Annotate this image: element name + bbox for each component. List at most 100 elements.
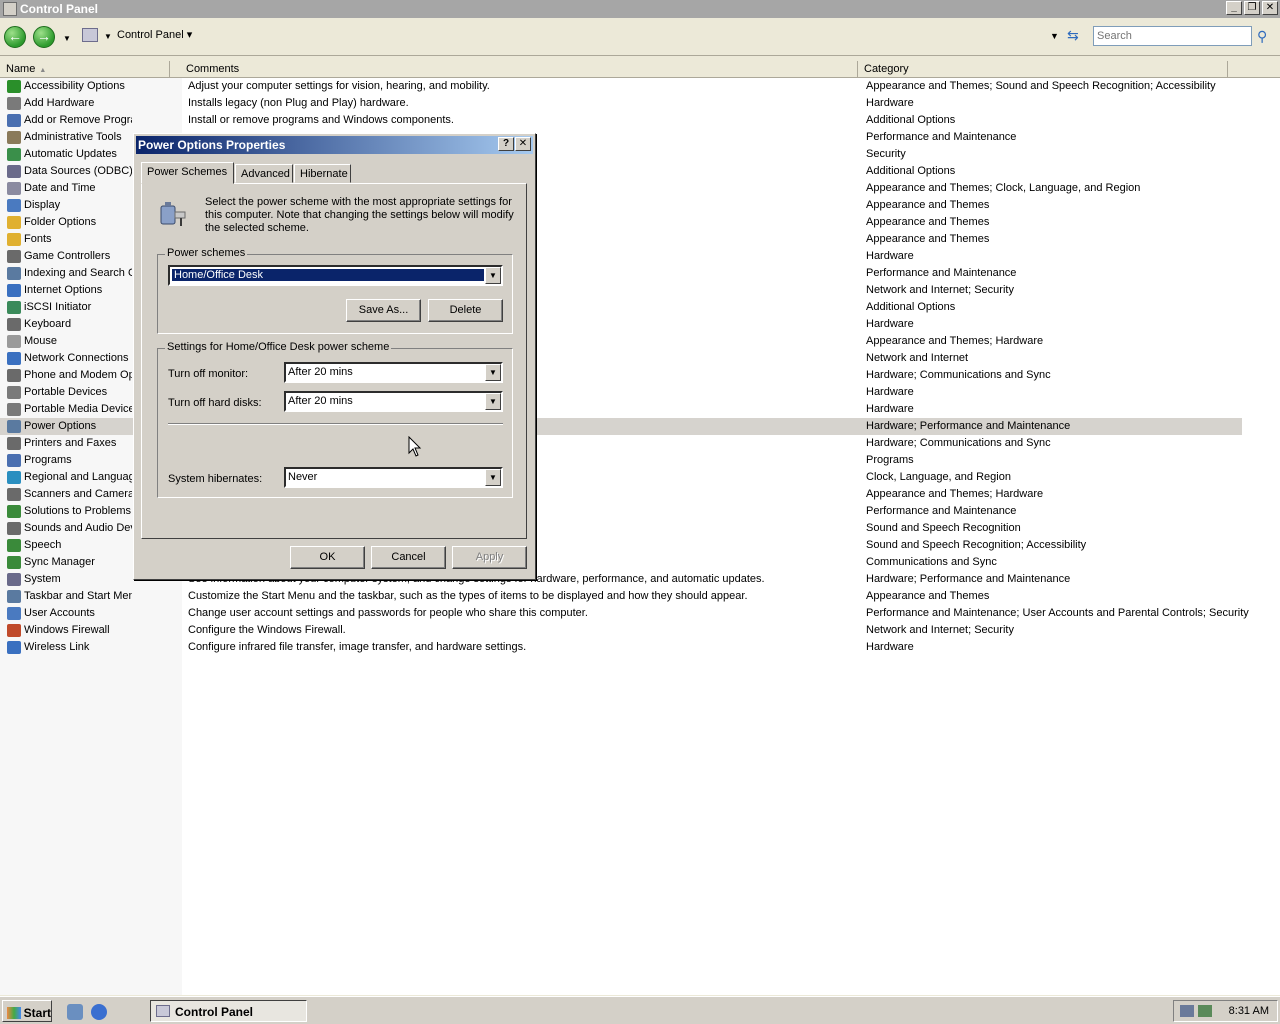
minimize-button[interactable]: _ <box>1226 1 1242 15</box>
item-category: Additional Options <box>866 114 956 126</box>
item-category: Hardware; Communications and Sync <box>866 369 1051 381</box>
monitor-label: Turn off monitor: <box>168 368 249 380</box>
item-category: Appearance and Themes; Hardware <box>866 335 1044 347</box>
power-scheme-select[interactable]: Home/Office Desk ▼ <box>168 265 503 286</box>
system-hibernates-select[interactable]: Never ▼ <box>284 467 503 488</box>
item-category: Network and Internet; Security <box>866 284 1014 296</box>
internet-explorer-icon[interactable] <box>91 1004 107 1020</box>
apply-button[interactable]: Apply <box>452 546 527 569</box>
search-input[interactable] <box>1093 26 1252 46</box>
list-item[interactable]: Wireless Link Configure infrared file tra… <box>0 639 1242 656</box>
item-name: Data Sources (ODBC) <box>24 165 132 177</box>
item-name: User Accounts <box>24 607 95 619</box>
history-dropdown-icon[interactable]: ▼ <box>63 34 71 43</box>
delete-button[interactable]: Delete <box>428 299 503 322</box>
save-as-button[interactable]: Save As... <box>346 299 421 322</box>
item-icon <box>7 573 21 586</box>
column-headers: Name ▲ Comments Category <box>0 61 1280 78</box>
ok-button[interactable]: OK <box>290 546 365 569</box>
list-item[interactable]: User Accounts Change user account setting… <box>0 605 1249 622</box>
item-icon <box>7 590 21 603</box>
maximize-button[interactable]: ❐ <box>1244 1 1260 15</box>
chevron-down-icon[interactable]: ▼ <box>485 364 501 381</box>
tab-power-schemes[interactable]: Power Schemes <box>141 162 234 184</box>
control-panel-icon <box>82 28 98 42</box>
cancel-button[interactable]: Cancel <box>371 546 446 569</box>
item-icon <box>7 471 21 484</box>
show-desktop-icon[interactable] <box>67 1004 83 1020</box>
column-header-category[interactable]: Category <box>858 61 1228 78</box>
turn-off-monitor-select[interactable]: After 20 mins ▼ <box>284 362 503 383</box>
item-category: Network and Internet; Security <box>866 624 1014 636</box>
column-header-name[interactable]: Name ▲ <box>0 61 170 78</box>
turn-off-hard-disks-select[interactable]: After 20 mins ▼ <box>284 391 503 412</box>
toolbar: ← → ▼ ▼ Control Panel ▾ ▼ ⇆ ⚲ <box>0 18 1280 56</box>
item-icon <box>7 386 21 399</box>
network-icon[interactable] <box>1180 1005 1194 1017</box>
item-comment: Configure infrared file transfer, image … <box>188 641 527 653</box>
dialog-close-button[interactable]: ✕ <box>515 137 531 151</box>
help-button[interactable]: ? <box>498 137 514 151</box>
tab-hibernate[interactable]: Hibernate <box>294 164 351 183</box>
item-category: Hardware; Performance and Maintenance <box>866 573 1071 585</box>
item-category: Hardware <box>866 403 914 415</box>
item-comment: Configure the Windows Firewall. <box>188 624 346 636</box>
item-icon <box>7 437 21 450</box>
item-name: Taskbar and Start Menu <box>24 590 132 602</box>
address-dropdown-icon[interactable]: ▼ <box>1050 31 1059 41</box>
back-button[interactable]: ← <box>4 26 26 48</box>
item-category: Hardware <box>866 386 914 398</box>
chevron-down-icon[interactable]: ▼ <box>485 393 501 410</box>
item-icon <box>7 641 21 654</box>
item-icon <box>7 182 21 195</box>
refresh-icon[interactable]: ⇆ <box>1067 27 1083 43</box>
item-category: Appearance and Themes; Sound and Speech … <box>866 80 1216 92</box>
item-category: Hardware <box>866 250 914 262</box>
item-icon <box>7 352 21 365</box>
item-icon <box>7 114 21 127</box>
item-category: Network and Internet <box>866 352 969 364</box>
chevron-down-icon[interactable]: ▼ <box>485 267 501 284</box>
item-name: Phone and Modem Op <box>24 369 132 381</box>
item-name: Programs <box>24 454 72 466</box>
item-category: Sound and Speech Recognition; Accessibil… <box>866 539 1087 551</box>
power-icon[interactable] <box>1198 1005 1212 1017</box>
item-name: Add or Remove Programs <box>24 114 132 126</box>
taskbar-item-control-panel[interactable]: Control Panel <box>150 1000 307 1022</box>
dialog-title[interactable]: Power Options Properties <box>136 136 533 154</box>
breadcrumb[interactable]: Control Panel ▾ <box>117 28 192 41</box>
item-icon <box>7 522 21 535</box>
item-name: Wireless Link <box>24 641 90 653</box>
list-item[interactable]: Taskbar and Start Menu Customize the Star… <box>0 588 1242 605</box>
item-category: Appearance and Themes <box>866 199 990 211</box>
taskbar: Start Control Panel 8:31 AM <box>0 996 1280 1024</box>
column-header-comments[interactable]: Comments <box>180 61 858 78</box>
power-plug-icon <box>160 202 186 226</box>
item-icon <box>7 539 21 552</box>
item-name: Portable Media Device <box>24 403 132 415</box>
scheme-settings-label: Settings for Home/Office Desk power sche… <box>165 341 392 353</box>
window-titlebar[interactable]: Control Panel _ ❐ ✕ <box>0 0 1280 18</box>
item-name: Speech <box>24 539 62 551</box>
list-item[interactable]: Add Hardware Installs legacy (non Plug an… <box>0 95 1242 112</box>
list-item[interactable]: Add or Remove Programs Install or remove … <box>0 112 1242 129</box>
clock[interactable]: 8:31 AM <box>1229 1005 1269 1017</box>
search-icon[interactable]: ⚲ <box>1257 28 1267 45</box>
list-item[interactable]: Windows Firewall Configure the Windows Fi… <box>0 622 1242 639</box>
item-comment: Change user account settings and passwor… <box>188 607 588 619</box>
forward-button[interactable]: → <box>33 26 55 48</box>
list-item[interactable]: Accessibility Options Adjust your compute… <box>0 78 1242 95</box>
item-name: Sounds and Audio Dev <box>24 522 132 534</box>
start-button[interactable]: Start <box>2 1000 52 1022</box>
scheme-settings-group: Settings for Home/Office Desk power sche… <box>157 341 513 498</box>
item-category: Appearance and Themes; Clock, Language, … <box>866 182 1141 194</box>
chevron-down-icon[interactable]: ▼ <box>104 32 112 41</box>
tab-advanced[interactable]: Advanced <box>235 164 293 183</box>
item-icon <box>7 199 21 212</box>
close-button[interactable]: ✕ <box>1262 1 1278 15</box>
item-category: Hardware <box>866 318 914 330</box>
item-category: Hardware <box>866 641 914 653</box>
item-name: Add Hardware <box>24 97 95 109</box>
item-icon <box>7 454 21 467</box>
chevron-down-icon[interactable]: ▼ <box>485 469 501 486</box>
